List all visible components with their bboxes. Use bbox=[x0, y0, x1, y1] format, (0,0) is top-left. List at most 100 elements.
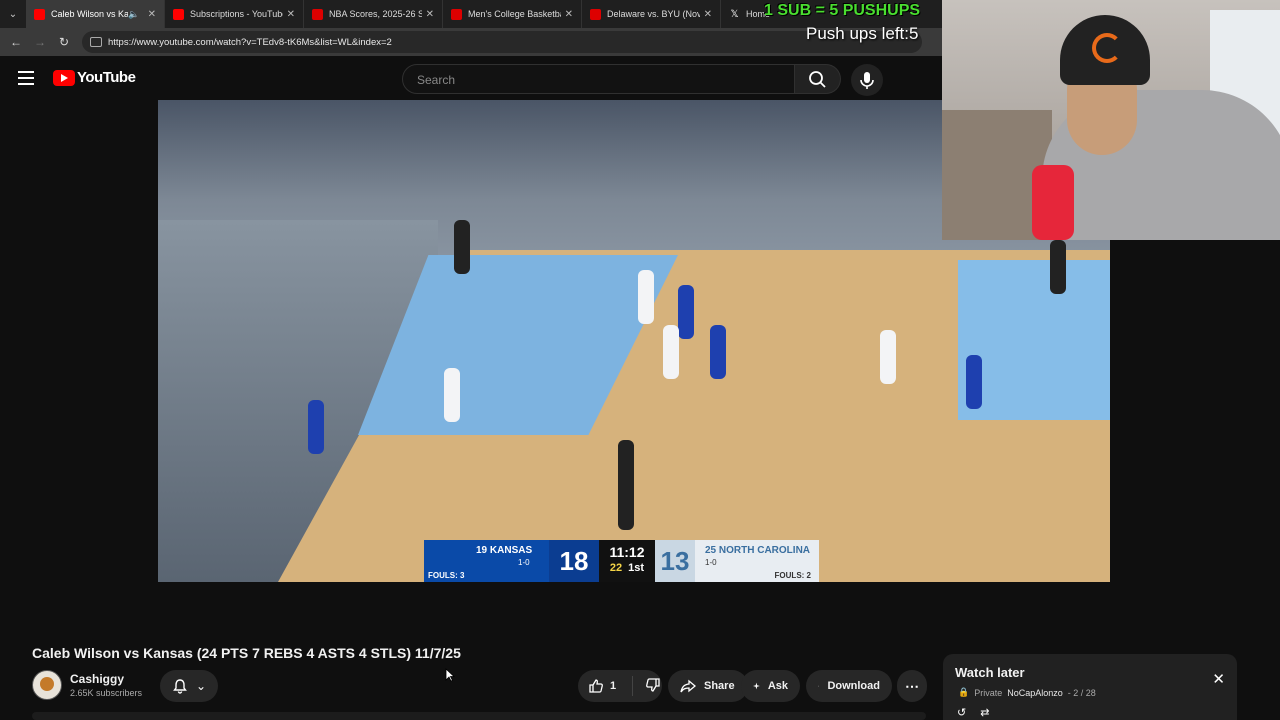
loop-icon[interactable]: ↺ bbox=[957, 706, 966, 719]
referee-figure bbox=[1050, 240, 1066, 294]
url-text: https://www.youtube.com/watch?v=TEdv8-tK… bbox=[108, 36, 392, 48]
home-team: 25 NORTH CAROLINA bbox=[705, 545, 810, 556]
playlist-owner[interactable]: NoCapAlonzo bbox=[1007, 688, 1063, 698]
tab-label: Delaware vs. BYU (Nov 11 bbox=[607, 9, 700, 19]
site-info-icon[interactable] bbox=[90, 37, 102, 47]
tab-label: NBA Scores, 2025-26 Seas bbox=[329, 9, 422, 19]
away-fouls: FOULS: 3 bbox=[428, 571, 465, 580]
close-icon[interactable]: ✕ bbox=[148, 9, 156, 20]
channel-name[interactable]: Cashiggy bbox=[70, 672, 124, 686]
description-box-edge[interactable] bbox=[32, 712, 926, 720]
playlist-controls: ↺ ⇄ bbox=[957, 706, 989, 719]
tab-caleb-wilson[interactable]: Caleb Wilson vs Kansas 🔈 ✕ bbox=[26, 0, 165, 28]
player-figure bbox=[638, 270, 654, 324]
ask-button[interactable]: Ask bbox=[741, 670, 800, 702]
scoreboard-home: 25 NORTH CAROLINA 1-0 FOULS: 2 bbox=[695, 540, 819, 582]
mouse-cursor-icon bbox=[445, 668, 455, 682]
shot-clock: 22 bbox=[609, 562, 623, 574]
tab-mens-college-basketball[interactable]: Men's College Basketball ✕ bbox=[443, 0, 582, 28]
youtube-icon bbox=[173, 8, 184, 20]
download-label: Download bbox=[827, 680, 880, 692]
search-box bbox=[402, 64, 795, 94]
share-icon bbox=[680, 679, 696, 693]
home-rank: 25 bbox=[705, 545, 717, 556]
player-figure bbox=[710, 325, 726, 379]
close-icon[interactable]: ✕ bbox=[287, 9, 295, 20]
close-icon[interactable]: ✕ bbox=[565, 9, 573, 20]
bears-logo-icon bbox=[1092, 33, 1122, 63]
player-figure bbox=[678, 285, 694, 339]
subscribed-notification-button[interactable]: ⌄ bbox=[160, 670, 218, 702]
playlist-title[interactable]: Watch later bbox=[955, 665, 1025, 680]
back-arrow-icon[interactable]: ← bbox=[4, 35, 28, 49]
espn-icon bbox=[312, 8, 323, 20]
lock-icon: 🔒 bbox=[958, 687, 970, 697]
x-icon: 𝕏 bbox=[730, 8, 739, 20]
microphone-icon bbox=[860, 72, 874, 89]
channel-avatar[interactable] bbox=[32, 670, 62, 700]
rgb-speaker bbox=[1032, 165, 1074, 240]
home-name: NORTH CAROLINA bbox=[718, 545, 811, 556]
close-icon[interactable]: ✕ bbox=[1212, 670, 1225, 688]
home-record: 1-0 bbox=[705, 558, 717, 567]
share-button[interactable]: Share bbox=[668, 670, 748, 702]
youtube-logo[interactable]: YouTube bbox=[53, 69, 136, 86]
dislike-button[interactable] bbox=[633, 677, 661, 696]
referee-figure bbox=[454, 220, 470, 274]
thumbs-down-icon bbox=[646, 677, 660, 692]
streamer-beanie bbox=[1060, 15, 1150, 85]
youtube-play-icon bbox=[53, 69, 75, 86]
home-score: 13 bbox=[655, 540, 695, 582]
game-clock: 11:12 bbox=[609, 544, 645, 560]
player-figure bbox=[880, 330, 896, 384]
download-icon bbox=[818, 685, 820, 687]
tab-label: Men's College Basketball bbox=[468, 9, 561, 19]
subscriber-count: 2.65K subscribers bbox=[70, 688, 143, 698]
share-label: Share bbox=[704, 680, 735, 692]
menu-icon[interactable] bbox=[18, 71, 34, 85]
period: 1st bbox=[628, 562, 645, 574]
bell-icon bbox=[173, 679, 187, 694]
player-figure bbox=[308, 400, 324, 454]
reload-icon[interactable]: ↻ bbox=[52, 35, 76, 49]
tab-label: Subscriptions - YouTube bbox=[190, 9, 283, 19]
more-horizontal-icon: ⋯ bbox=[905, 677, 919, 694]
forward-arrow-icon[interactable]: → bbox=[28, 35, 52, 49]
search-button[interactable] bbox=[795, 64, 841, 94]
away-name: KANSAS bbox=[489, 545, 533, 556]
playlist-position: - 2 / 28 bbox=[1067, 687, 1096, 698]
like-button[interactable]: 1 bbox=[578, 676, 633, 696]
video-title: Caleb Wilson vs Kansas (24 PTS 7 REBS 4 … bbox=[32, 645, 461, 661]
speaker-icon[interactable]: 🔈 bbox=[128, 9, 139, 20]
espn-icon bbox=[451, 8, 462, 20]
search-icon bbox=[809, 71, 826, 88]
webcam-overlay bbox=[942, 0, 1280, 240]
search-input[interactable] bbox=[415, 72, 779, 88]
logo-text: YouTube bbox=[77, 69, 136, 86]
url-field[interactable]: https://www.youtube.com/watch?v=TEdv8-tK… bbox=[82, 31, 922, 53]
away-score: 18 bbox=[549, 540, 599, 582]
close-icon[interactable]: ✕ bbox=[704, 9, 712, 20]
referee-figure bbox=[618, 440, 634, 530]
like-count: 1 bbox=[610, 680, 617, 692]
like-dislike-group: 1 bbox=[578, 670, 662, 702]
voice-search-button[interactable] bbox=[851, 64, 883, 96]
playlist-privacy: Private bbox=[974, 687, 1003, 698]
player-figure bbox=[663, 325, 679, 379]
playlist-meta: 🔒 Private NoCapAlonzo - 2 / 28 bbox=[958, 687, 1096, 698]
away-team: 19 KANSAS bbox=[476, 545, 532, 556]
chevron-down-icon: ⌄ bbox=[195, 679, 207, 693]
tab-subscriptions[interactable]: Subscriptions - YouTube ✕ bbox=[165, 0, 304, 28]
home-fouls: FOULS: 2 bbox=[774, 571, 811, 580]
tab-delaware-byu[interactable]: Delaware vs. BYU (Nov 11 ✕ bbox=[582, 0, 721, 28]
close-icon[interactable]: ✕ bbox=[426, 9, 434, 20]
scoreboard-away: 19 KANSAS 1-0 FOULS: 3 bbox=[424, 540, 549, 582]
shuffle-icon[interactable]: ⇄ bbox=[980, 706, 989, 719]
thumbs-up-icon bbox=[589, 679, 603, 693]
youtube-icon bbox=[34, 8, 45, 20]
download-button[interactable]: Download bbox=[806, 670, 892, 702]
tab-search-chevron-icon[interactable]: ⌄ bbox=[0, 0, 26, 28]
tab-nba-scores[interactable]: NBA Scores, 2025-26 Seas ✕ bbox=[304, 0, 443, 28]
player-figure bbox=[966, 355, 982, 409]
more-actions-button[interactable]: ⋯ bbox=[897, 670, 927, 702]
